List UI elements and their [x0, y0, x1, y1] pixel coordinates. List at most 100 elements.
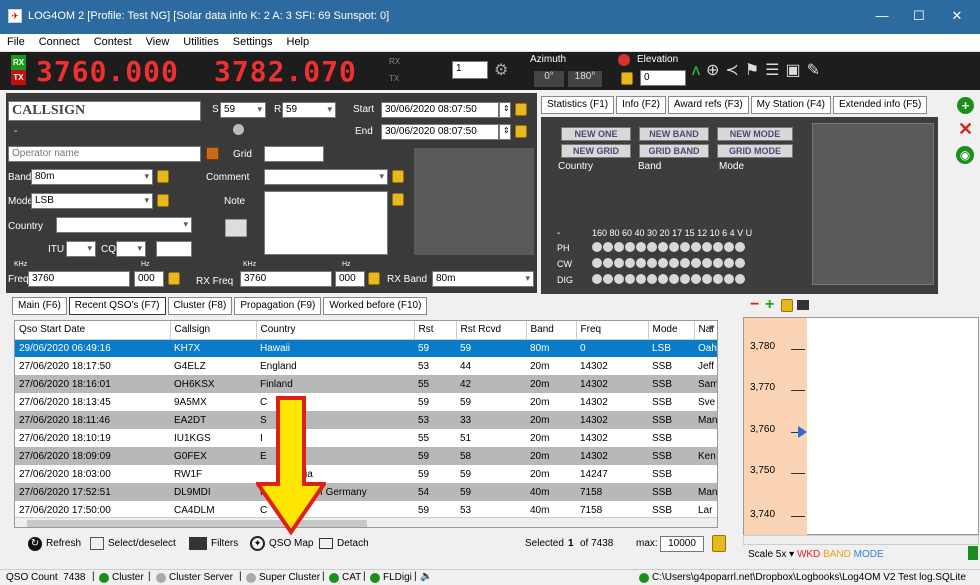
s-report-select[interactable]: 59 — [220, 102, 266, 118]
rxfreq-khz-input[interactable]: 3760 — [240, 271, 332, 287]
band-filter[interactable]: BAND — [823, 549, 851, 560]
table-row[interactable]: 27/06/2020 18:16:01 OH6KSX Finland 55 42 20m 1… — [15, 375, 717, 393]
freq-hz-input[interactable]: 000 — [134, 271, 164, 287]
mode-select[interactable]: LSB — [31, 193, 153, 209]
table-row[interactable]: 27/06/2020 18:09:09 G0FEX E 59 58 20m 14302 SSB… — [15, 447, 717, 465]
bandmap-lock-icon[interactable] — [781, 299, 793, 312]
tab-recent-qsos[interactable]: Recent QSO's (F7) — [68, 297, 166, 315]
filters-icon[interactable] — [189, 537, 207, 550]
bandmap-scrollbar[interactable] — [743, 535, 979, 545]
col-band[interactable]: Band — [526, 321, 577, 340]
table-row[interactable]: 27/06/2020 18:13:45 9A5MX C 59 59 20m 14302 SSB… — [15, 393, 717, 411]
rxfreq-lock-icon[interactable] — [368, 272, 380, 285]
tab-my-station[interactable]: My Station (F4) — [750, 96, 832, 114]
detach-button[interactable]: Detach — [337, 538, 369, 549]
table-row[interactable]: 29/06/2020 06:49:16 KH7X Hawaii 59 59 80m 0 LSB… — [15, 339, 717, 357]
callsign-input[interactable]: CALLSIGN — [8, 101, 201, 121]
comment-lock-icon[interactable] — [392, 170, 404, 183]
globe-icon[interactable]: ⊕ — [706, 62, 725, 79]
antenna-icon[interactable]: ʌ — [692, 62, 706, 79]
select-deselect-button[interactable]: Select/deselect — [108, 538, 176, 549]
col-rst[interactable]: Rst — [414, 321, 457, 340]
table-row[interactable]: 27/06/2020 18:17:50 G4ELZ England 53 44 20m 14… — [15, 357, 717, 375]
comment-input[interactable] — [264, 169, 388, 185]
mode-filter[interactable]: MODE — [854, 549, 884, 560]
speaker-icon[interactable]: 🔈 — [420, 571, 432, 582]
notes-icon[interactable] — [225, 219, 247, 237]
tab-cluster[interactable]: Cluster (F8) — [167, 297, 233, 315]
list-icon[interactable]: ☰ — [765, 62, 785, 79]
horizontal-scrollbar[interactable] — [15, 517, 717, 527]
settings-gear-icon[interactable]: ⚙ — [494, 60, 508, 80]
tower-icon[interactable]: ⚑ — [745, 62, 765, 79]
filters-button[interactable]: Filters — [211, 538, 238, 549]
minimize-button[interactable]: — — [872, 8, 892, 26]
elevation-input[interactable]: 0 — [640, 70, 686, 86]
tab-info[interactable]: Info (F2) — [616, 96, 666, 114]
start-spinner[interactable]: ⇕ — [499, 102, 511, 118]
cluster-status[interactable]: Cluster — [112, 572, 144, 583]
menu-utilities[interactable]: Utilities — [176, 34, 225, 50]
rotator-icon[interactable] — [618, 54, 630, 66]
super-cluster-status[interactable]: Super Cluster — [259, 572, 320, 583]
note-lock-icon[interactable] — [392, 193, 404, 206]
menu-view[interactable]: View — [139, 34, 177, 50]
tab-award-refs[interactable]: Award refs (F3) — [667, 96, 749, 114]
rxband-select[interactable]: 80m — [432, 271, 534, 287]
note-textarea[interactable] — [264, 191, 388, 255]
max-lock-icon[interactable] — [712, 535, 726, 552]
pen-icon[interactable]: ✎ — [807, 62, 826, 79]
col-rst-rcvd[interactable]: Rst Rcvd — [456, 321, 527, 340]
tab-extended-info[interactable]: Extended info (F5) — [833, 96, 928, 114]
elevation-lock-icon[interactable] — [621, 72, 633, 85]
menu-settings[interactable]: Settings — [226, 34, 280, 50]
grid-input[interactable] — [264, 146, 324, 162]
book-icon[interactable] — [206, 147, 219, 160]
operator-name-input[interactable]: Operator name — [8, 146, 201, 162]
end-date-input[interactable]: 30/06/2020 08:07:50 — [381, 124, 499, 140]
scale-select[interactable]: Scale 5x — [748, 549, 786, 560]
table-row[interactable]: 27/06/2020 17:52:51DL9MDIF epublic of Ge… — [15, 483, 717, 501]
menu-help[interactable]: Help — [280, 34, 317, 50]
tab-main[interactable]: Main (F6) — [12, 297, 67, 315]
detach-icon[interactable] — [319, 538, 333, 549]
qso-map-button[interactable]: QSO Map — [269, 538, 313, 549]
refresh-button[interactable]: Refresh — [46, 538, 81, 549]
bandmap-photo-icon[interactable] — [797, 300, 809, 310]
tab-worked-before[interactable]: Worked before (F10) — [323, 297, 428, 315]
tab-statistics[interactable]: Statistics (F1) — [541, 96, 615, 114]
radio-selector[interactable]: 1 — [452, 61, 488, 79]
table-row[interactable]: 27/06/2020 18:11:46 EA2DT S 53 33 20m 14302 SSB… — [15, 411, 717, 429]
col-mode[interactable]: Mode — [648, 321, 695, 340]
menu-file[interactable]: File — [0, 34, 32, 50]
start-date-input[interactable]: 30/06/2020 08:07:50 — [381, 102, 499, 118]
scale-dropdown-icon[interactable]: ▾ — [789, 549, 794, 560]
col-callsign[interactable]: Callsign — [170, 321, 257, 340]
menu-connect[interactable]: Connect — [32, 34, 87, 50]
tab-propagation[interactable]: Propagation (F9) — [234, 297, 322, 315]
country-select[interactable] — [56, 217, 192, 233]
menu-contest[interactable]: Contest — [87, 34, 139, 50]
band-lock-icon[interactable] — [157, 170, 169, 183]
delete-qso-icon[interactable]: ✕ — [958, 120, 973, 138]
select-deselect-icon[interactable] — [90, 537, 104, 550]
col-freq[interactable]: Freq — [576, 321, 649, 340]
zoom-in-icon[interactable]: + — [765, 296, 774, 314]
freq-khz-input[interactable]: 3760 — [28, 271, 130, 287]
photo-icon[interactable]: ▣ — [786, 62, 807, 79]
bandmap-green-icon[interactable] — [968, 546, 978, 560]
qso-map-icon[interactable]: ✦ — [250, 536, 265, 551]
mode-lock-icon[interactable] — [157, 194, 169, 207]
end-lock-icon[interactable] — [515, 125, 527, 138]
refresh-icon[interactable]: ↻ — [28, 537, 42, 551]
cat-status[interactable]: CAT — [342, 572, 361, 583]
table-row[interactable]: 27/06/2020 18:03:00RW1F Russia595920m142… — [15, 465, 717, 483]
col-country[interactable]: Country — [256, 321, 415, 340]
close-button[interactable]: ✕ — [947, 8, 967, 26]
rxfreq-hz-input[interactable]: 000 — [335, 271, 365, 287]
add-qso-icon[interactable]: + — [957, 97, 974, 114]
band-select[interactable]: 80m — [31, 169, 153, 185]
end-spinner[interactable]: ⇕ — [499, 124, 511, 140]
table-row[interactable]: 27/06/2020 18:10:19 IU1KGS I 55 51 20m 14302 SS… — [15, 429, 717, 447]
maximize-button[interactable]: ☐ — [909, 8, 929, 26]
